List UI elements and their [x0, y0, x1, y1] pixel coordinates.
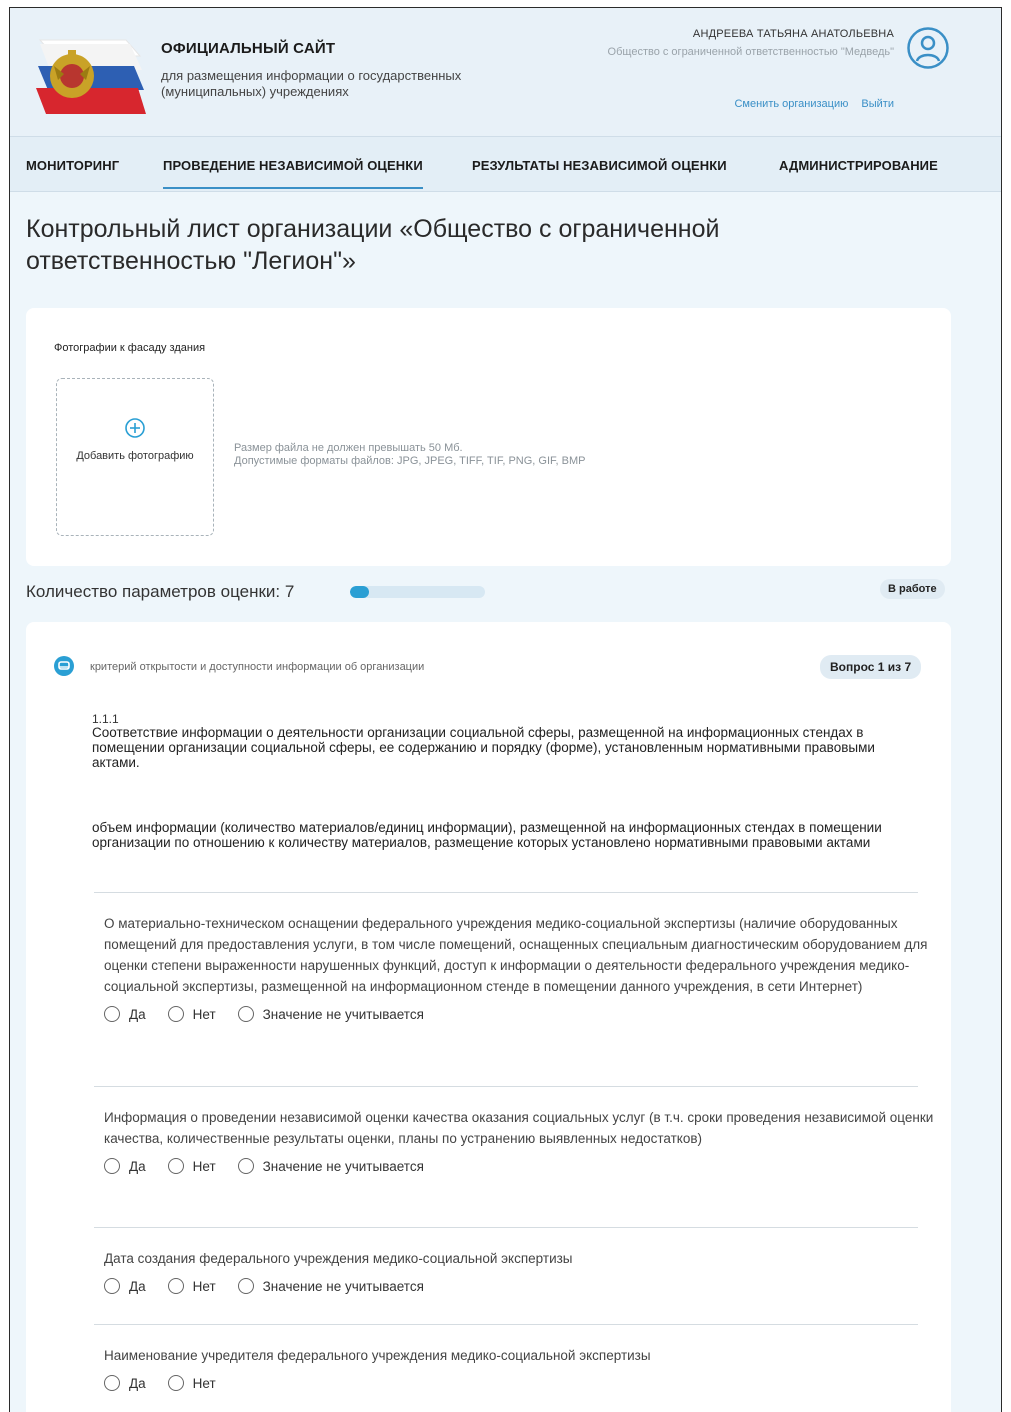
photo-card: Фотографии к фасаду здания Добавить фото…: [26, 308, 951, 566]
radio-circle-icon[interactable]: [104, 1158, 120, 1174]
change-organization-link[interactable]: Сменить организацию: [734, 98, 848, 110]
divider: [94, 1227, 918, 1228]
radio-not-counted[interactable]: Значение не учитывается: [237, 1158, 424, 1174]
answer-options: Да Нет Значение не учитывается: [104, 1157, 934, 1175]
parameters-count-label: Количество параметров оценки: 7: [26, 582, 295, 601]
file-size-note: Размер файла не должен превышать 50 Мб.: [234, 442, 463, 454]
progress-bar-fill: [350, 586, 369, 598]
nav-item-independent-assessment[interactable]: ПРОВЕДЕНИЕ НЕЗАВИСИМОЙ ОЦЕНКИ: [163, 158, 423, 189]
question-measure: объем информации (количество материалов/…: [92, 820, 882, 850]
app-frame: ОФИЦИАЛЬНЫЙ САЙТ для размещения информац…: [9, 7, 1002, 1412]
checklist-item: О материально-техническом оснащении феде…: [104, 913, 934, 1023]
checklist-item-text: О материально-техническом оснащении феде…: [104, 916, 928, 994]
logout-link[interactable]: Выйти: [861, 98, 894, 110]
site-header: ОФИЦИАЛЬНЫЙ САЙТ для размещения информац…: [10, 8, 1001, 136]
radio-no[interactable]: Нет: [167, 1278, 216, 1294]
user-organization: Общество с ограниченной ответственностью…: [607, 46, 894, 58]
answer-options: Да Нет: [104, 1374, 934, 1392]
checklist-item: Информация о проведении независимой оцен…: [104, 1107, 934, 1175]
radio-yes[interactable]: Да: [104, 1006, 146, 1022]
question-text: Соответствие информации о деятельности о…: [92, 725, 875, 770]
radio-circle-icon[interactable]: [104, 1278, 120, 1294]
criterion-icon: [54, 656, 74, 676]
radio-no[interactable]: Нет: [167, 1006, 216, 1022]
radio-yes[interactable]: Да: [104, 1375, 146, 1391]
photo-section-label: Фотографии к фасаду здания: [54, 342, 206, 354]
site-subtitle: для размещения информации о государствен…: [161, 68, 462, 99]
checklist-item-text: Информация о проведении независимой оцен…: [104, 1110, 934, 1146]
emblem-flag-logo: [36, 39, 146, 114]
radio-yes-label: Да: [129, 1375, 146, 1391]
radio-circle-icon[interactable]: [237, 1006, 254, 1022]
add-photo-dropzone[interactable]: Добавить фотографию: [56, 378, 214, 536]
radio-circle-icon[interactable]: [167, 1006, 184, 1022]
checklist-item-text: Дата создания федерального учреждения ме…: [104, 1251, 573, 1266]
add-photo-label: Добавить фотографию: [76, 450, 194, 462]
page-title: Контрольный лист организации «Общество с…: [26, 215, 720, 275]
radio-not-counted-label: Значение не учитывается: [262, 1006, 424, 1022]
radio-no-label: Нет: [192, 1278, 216, 1294]
radio-circle-icon[interactable]: [237, 1158, 254, 1174]
divider: [94, 1086, 918, 1087]
radio-yes[interactable]: Да: [104, 1278, 146, 1294]
user-avatar-icon[interactable]: [906, 26, 950, 70]
radio-not-counted-label: Значение не учитывается: [262, 1278, 424, 1294]
status-badge: В работе: [880, 579, 945, 599]
question-counter-badge: Вопрос 1 из 7: [820, 655, 922, 679]
site-title: ОФИЦИАЛЬНЫЙ САЙТ: [161, 40, 336, 57]
radio-yes[interactable]: Да: [104, 1158, 146, 1174]
radio-not-counted[interactable]: Значение не учитывается: [237, 1006, 424, 1022]
radio-circle-icon[interactable]: [237, 1278, 254, 1294]
criterion-label: критерий открытости и доступности информ…: [90, 661, 425, 673]
checklist-item: Наименование учредителя федерального учр…: [104, 1345, 934, 1392]
radio-no[interactable]: Нет: [167, 1375, 216, 1391]
radio-circle-icon[interactable]: [167, 1278, 184, 1294]
divider: [94, 892, 918, 893]
radio-no[interactable]: Нет: [167, 1158, 216, 1174]
user-links: Сменить организацию Выйти: [724, 98, 894, 110]
checklist-item-text: Наименование учредителя федерального учр…: [104, 1348, 651, 1363]
nav-item-assessment-results[interactable]: РЕЗУЛЬТАТЫ НЕЗАВИСИМОЙ ОЦЕНКИ: [472, 158, 727, 173]
radio-not-counted-label: Значение не учитывается: [262, 1158, 424, 1174]
question-number: 1.1.1: [92, 712, 119, 726]
nav-item-monitoring[interactable]: МОНИТОРИНГ: [26, 158, 119, 173]
radio-no-label: Нет: [192, 1006, 216, 1022]
answer-options: Да Нет Значение не учитывается: [104, 1277, 934, 1295]
user-name: АНДРЕЕВА ТАТЬЯНА АНАТОЛЬЕВНА: [692, 28, 894, 40]
radio-yes-label: Да: [129, 1006, 146, 1022]
radio-yes-label: Да: [129, 1158, 146, 1174]
main-nav: МОНИТОРИНГ ПРОВЕДЕНИЕ НЕЗАВИСИМОЙ ОЦЕНКИ…: [10, 136, 1001, 192]
file-formats-note: Допустимые форматы файлов: JPG, JPEG, TI…: [234, 455, 586, 467]
file-requirements: Размер файла не должен превышать 50 Мб. …: [234, 442, 585, 468]
question-card: критерий открытости и доступности информ…: [26, 622, 951, 1412]
radio-yes-label: Да: [129, 1278, 146, 1294]
plus-circle-icon: [125, 418, 145, 438]
answer-options: Да Нет Значение не учитывается: [104, 1005, 934, 1023]
progress-bar: [350, 586, 485, 598]
nav-item-administration[interactable]: АДМИНИСТРИРОВАНИЕ: [779, 158, 938, 173]
radio-no-label: Нет: [192, 1375, 216, 1391]
radio-not-counted[interactable]: Значение не учитывается: [237, 1278, 424, 1294]
divider: [94, 1324, 918, 1325]
radio-circle-icon[interactable]: [104, 1375, 120, 1391]
radio-circle-icon[interactable]: [167, 1375, 184, 1391]
radio-no-label: Нет: [192, 1158, 216, 1174]
radio-circle-icon[interactable]: [167, 1158, 184, 1174]
checklist-item: Дата создания федерального учреждения ме…: [104, 1248, 934, 1295]
radio-circle-icon[interactable]: [104, 1006, 120, 1022]
